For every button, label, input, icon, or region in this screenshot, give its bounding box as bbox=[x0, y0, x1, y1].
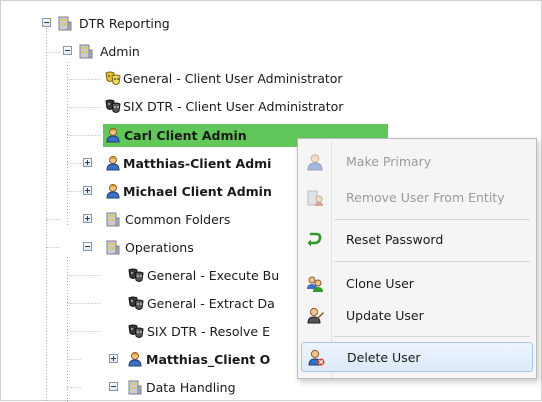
tree-node-label: SIX DTR - Client User Administrator bbox=[123, 99, 344, 114]
role-mask-dark-icon bbox=[128, 324, 144, 338]
user-icon bbox=[106, 128, 120, 143]
collapse-toggle-icon[interactable] bbox=[63, 46, 72, 55]
expand-toggle-icon[interactable] bbox=[83, 214, 92, 223]
collapse-toggle-icon[interactable] bbox=[42, 18, 51, 27]
building-icon bbox=[79, 44, 93, 59]
collapse-toggle-icon[interactable] bbox=[83, 242, 92, 251]
tree-node-data-handling[interactable]: Data Handling bbox=[107, 376, 297, 399]
menu-item-remove-user-from-entity[interactable]: Remove User From Entity bbox=[301, 183, 533, 213]
tree-node-label: DTR Reporting bbox=[79, 16, 170, 31]
update-user-icon bbox=[307, 307, 324, 324]
menu-item-label: Update User bbox=[346, 308, 424, 323]
user-icon bbox=[128, 352, 142, 367]
tree-node-user-matthias-client-o[interactable]: Matthias_Client O bbox=[107, 348, 297, 371]
tree-node-label: SIX DTR - Resolve E bbox=[147, 324, 270, 339]
user-icon bbox=[106, 184, 120, 199]
expand-toggle-icon[interactable] bbox=[83, 186, 92, 195]
tree-node-user-matthias-client-admin[interactable]: Matthias-Client Admi bbox=[81, 152, 296, 175]
tree-node-label: Operations bbox=[125, 240, 194, 255]
tree-node-label: Data Handling bbox=[146, 380, 236, 395]
delete-user-icon bbox=[308, 349, 325, 366]
tree-node-role-general-extract[interactable]: General - Extract Da bbox=[127, 292, 297, 315]
clone-user-icon bbox=[307, 276, 323, 292]
menu-item-label: Make Primary bbox=[346, 154, 432, 169]
tree-node-admin[interactable]: Admin bbox=[52, 40, 352, 63]
user-context-menu: Make Primary Remove User From Entity Res… bbox=[297, 138, 537, 379]
tree-node-common-folders[interactable]: Common Folders bbox=[81, 208, 296, 231]
building-icon bbox=[58, 16, 72, 31]
menu-separator bbox=[334, 219, 530, 220]
menu-item-reset-password[interactable]: Reset Password bbox=[301, 225, 533, 255]
tree-node-label: Common Folders bbox=[125, 212, 231, 227]
menu-item-label: Delete User bbox=[347, 350, 421, 365]
collapse-toggle-icon[interactable] bbox=[109, 382, 118, 391]
building-icon bbox=[106, 212, 120, 227]
tree-node-label: General - Client User Administrator bbox=[123, 71, 343, 86]
expand-toggle-icon[interactable] bbox=[109, 354, 118, 363]
tree-node-label: Michael Client Admin bbox=[123, 184, 272, 199]
building-icon bbox=[128, 380, 142, 395]
role-mask-dark-icon bbox=[105, 99, 121, 113]
user-star-icon bbox=[307, 154, 323, 171]
tree-node-role-general-client-user-admin[interactable]: General - Client User Administrator bbox=[104, 67, 404, 90]
menu-item-label: Reset Password bbox=[346, 232, 444, 247]
tree-node-user-michael-client-admin[interactable]: Michael Client Admin bbox=[81, 180, 296, 203]
tree-node-operations[interactable]: Operations bbox=[81, 236, 296, 259]
building-icon bbox=[106, 240, 120, 255]
menu-item-delete-user[interactable]: Delete User bbox=[301, 342, 533, 372]
green-arrow-icon bbox=[307, 232, 322, 247]
role-mask-dark-icon bbox=[128, 296, 144, 310]
menu-separator bbox=[334, 261, 530, 262]
tree-node-label: Matthias-Client Admi bbox=[123, 156, 272, 171]
menu-item-label: Clone User bbox=[346, 276, 414, 291]
role-mask-dark-icon bbox=[128, 268, 144, 282]
tree-node-role-six-dtr-client-user-admin[interactable]: SIX DTR - Client User Administrator bbox=[104, 95, 404, 118]
entity-tree-panel: DTR Reporting Admin General - Client Use… bbox=[0, 0, 542, 402]
menu-separator bbox=[334, 336, 530, 337]
tree-node-label: Carl Client Admin bbox=[124, 128, 247, 143]
user-icon bbox=[106, 156, 120, 171]
tree-node-label: General - Execute Bu bbox=[147, 268, 280, 283]
menu-item-label: Remove User From Entity bbox=[346, 190, 505, 205]
remove-user-icon bbox=[307, 190, 323, 206]
role-mask-gold-icon bbox=[105, 71, 121, 85]
tree-node-role-general-execute[interactable]: General - Execute Bu bbox=[127, 264, 297, 287]
tree-node-dtr-reporting[interactable]: DTR Reporting bbox=[31, 12, 331, 35]
menu-item-make-primary[interactable]: Make Primary bbox=[301, 147, 533, 177]
menu-item-clone-user[interactable]: Clone User bbox=[301, 269, 533, 299]
tree-node-role-six-dtr-resolve[interactable]: SIX DTR - Resolve E bbox=[127, 320, 297, 343]
tree-node-label: Matthias_Client O bbox=[146, 352, 271, 367]
tree-node-label: General - Extract Da bbox=[147, 296, 275, 311]
menu-item-update-user[interactable]: Update User bbox=[301, 301, 533, 331]
tree-node-label: Admin bbox=[100, 44, 140, 59]
expand-toggle-icon[interactable] bbox=[83, 158, 92, 167]
